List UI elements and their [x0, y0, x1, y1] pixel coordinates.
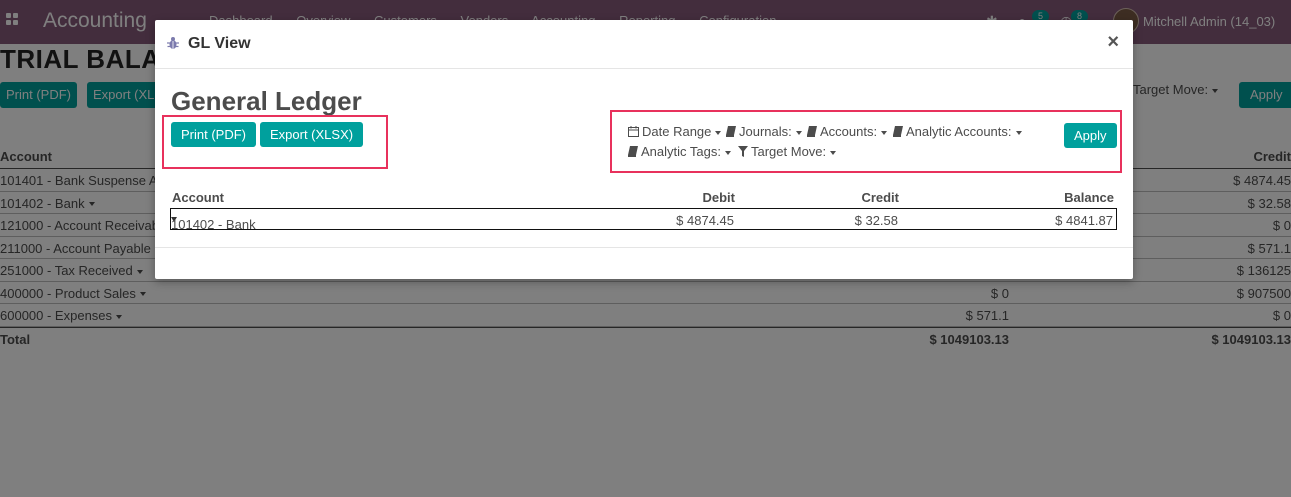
date-range-label: Date Range [642, 124, 712, 139]
book-icon [628, 146, 638, 157]
header-credit: Credit [861, 190, 899, 205]
caret-down-icon [715, 130, 722, 135]
bug-icon [167, 37, 179, 49]
close-icon[interactable]: × [1107, 31, 1119, 54]
general-ledger-table: Account Debit Credit Balance 101402 - Ba… [170, 186, 1117, 232]
target-move-filter[interactable]: Target Move: [738, 144, 837, 159]
header-balance: Balance [1064, 190, 1114, 205]
table-header: Account Debit Credit Balance [170, 186, 1117, 208]
header-account: Account [172, 190, 224, 205]
analytic-accounts-label: Analytic Accounts: [906, 124, 1012, 139]
accounts-label: Accounts: [820, 124, 878, 139]
book-icon [893, 126, 903, 137]
header-debit: Debit [702, 190, 736, 205]
journals-label: Journals: [739, 124, 792, 139]
modal-footer-divider [155, 247, 1133, 248]
filters-highlight-box [610, 110, 1122, 173]
caret-down-icon [881, 130, 888, 135]
general-ledger-heading: General Ledger [171, 86, 362, 116]
gl-view-modal: GL View × General Ledger Print (PDF) Exp… [155, 20, 1133, 279]
modal-title: GL View [188, 35, 251, 52]
caret-down-icon [724, 150, 731, 155]
caret-down-icon [1015, 130, 1022, 135]
apply-button[interactable]: Apply [1064, 123, 1117, 148]
filter-funnel-icon [738, 146, 748, 157]
target-move-label: Target Move: [751, 144, 827, 159]
book-icon [807, 126, 817, 137]
print-pdf-button[interactable]: Print (PDF) [171, 122, 256, 147]
journals-filter[interactable]: Journals: [726, 124, 802, 139]
analytic-accounts-filter[interactable]: Analytic Accounts: [893, 124, 1022, 139]
analytic-tags-filter[interactable]: Analytic Tags: [628, 144, 731, 159]
date-range-filter[interactable]: Date Range [628, 124, 722, 139]
row-balance: $ 4841.87 [1055, 213, 1113, 228]
accounts-filter[interactable]: Accounts: [807, 124, 888, 139]
modal-header: GL View × [155, 20, 1133, 69]
caret-down-icon [795, 130, 802, 135]
analytic-tags-label: Analytic Tags: [641, 144, 721, 159]
table-row[interactable]: 101402 - Bank $ 4874.45 $ 32.58 $ 4841.8… [170, 208, 1117, 232]
caret-down-icon [830, 150, 837, 155]
calendar-icon [628, 126, 639, 137]
export-xlsx-button[interactable]: Export (XLSX) [260, 122, 364, 147]
row-credit: $ 32.58 [854, 213, 898, 228]
book-icon [726, 126, 736, 137]
row-debit: $ 4874.45 [676, 213, 734, 228]
